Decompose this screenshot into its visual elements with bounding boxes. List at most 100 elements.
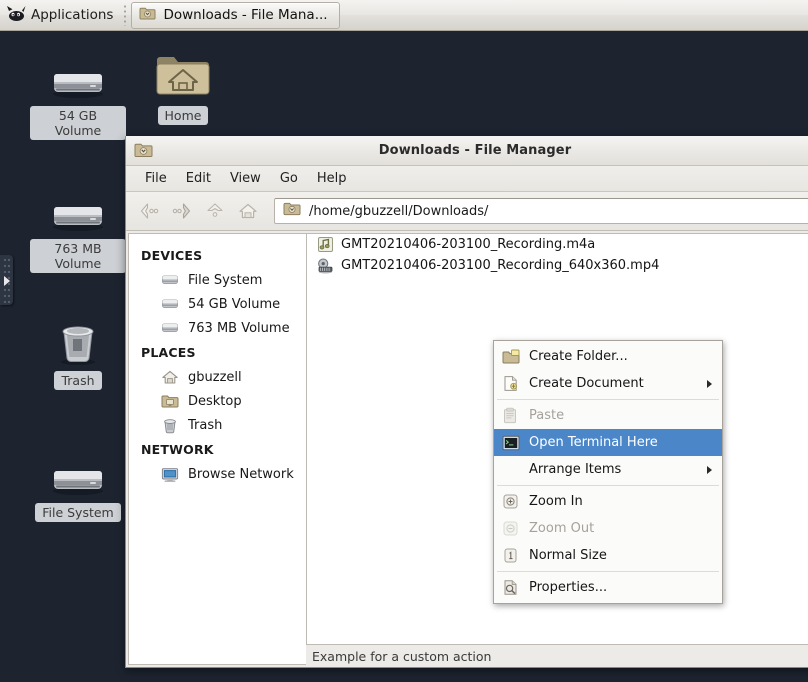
- menu-go[interactable]: Go: [271, 169, 307, 188]
- context-menu-item-label: Properties...: [529, 580, 608, 595]
- folder-icon: [283, 201, 301, 221]
- back-button[interactable]: [134, 196, 164, 226]
- sidebar-item-trash[interactable]: Trash: [129, 413, 306, 437]
- sidebar-item-label: Browse Network: [188, 466, 294, 482]
- desktop-icon-label: 763 MB Volume: [30, 239, 126, 273]
- window-titlebar[interactable]: Downloads - File Manager: [126, 136, 808, 166]
- user-home-folder-icon: [154, 55, 212, 101]
- xfce-mouse-icon: [6, 5, 26, 26]
- desktop-icon-763-mb-volume[interactable]: 763 MB Volume: [30, 188, 126, 273]
- sidebar-heading-devices: DEVICES: [141, 248, 203, 263]
- path-text: /home/gbuzzell/Downloads/: [309, 203, 489, 219]
- context-menu-item-open-terminal-here[interactable]: Open Terminal Here: [494, 429, 722, 456]
- file-list-item[interactable]: GMT20210406-203100_Recording.m4a: [307, 234, 808, 255]
- context-menu-item-paste: Paste: [494, 402, 722, 429]
- desktop-folder-icon: [161, 392, 179, 410]
- drive-harddisk-icon: [49, 55, 107, 101]
- taskbar-window-button[interactable]: Downloads - File Mana...: [131, 1, 340, 29]
- context-menu-item-label: Paste: [529, 408, 565, 423]
- home-button[interactable]: [233, 196, 263, 226]
- sidebar-item-desktop[interactable]: Desktop: [129, 389, 306, 413]
- desktop-icon-file-system[interactable]: File System: [30, 452, 126, 522]
- context-menu-item-arrange-items[interactable]: Arrange Items: [494, 456, 722, 483]
- context-menu-item-label: Arrange Items: [529, 462, 622, 477]
- status-bar: Example for a custom action: [312, 648, 492, 664]
- context-menu-item-properties[interactable]: Properties...: [494, 574, 722, 601]
- desktop-icon-label: Home: [157, 106, 209, 125]
- drive-harddisk-icon: [161, 271, 179, 289]
- context-menu-item-label: Open Terminal Here: [529, 435, 658, 450]
- sidebar-item-gbuzzell[interactable]: gbuzzell: [129, 365, 306, 389]
- trash-icon: [55, 320, 101, 366]
- submenu-arrow-icon: [707, 465, 712, 474]
- file-name: GMT20210406-203100_Recording_640x360.mp4: [341, 258, 660, 273]
- applications-menu-button[interactable]: Applications: [2, 3, 121, 28]
- panel-expand-handle[interactable]: [0, 255, 13, 305]
- new-folder-icon: [501, 347, 520, 366]
- context-menu-item-normal-size[interactable]: Normal Size: [494, 542, 722, 569]
- sidebar-item-label: File System: [188, 272, 263, 288]
- zoom-original-icon: [501, 546, 520, 565]
- trash-icon: [161, 416, 179, 434]
- desktop-icon-home[interactable]: Home: [135, 55, 231, 125]
- context-menu-item-label: Create Folder...: [529, 349, 628, 364]
- network-computer-icon: [161, 465, 179, 483]
- sidebar-item-label: Desktop: [188, 393, 242, 409]
- sidebar-heading-places: PLACES: [141, 345, 196, 360]
- none: [501, 460, 520, 479]
- context-menu-item-label: Normal Size: [529, 548, 607, 563]
- home-icon: [161, 368, 179, 386]
- path-entry[interactable]: /home/gbuzzell/Downloads/: [274, 198, 808, 224]
- sidebar-item-label: gbuzzell: [188, 369, 242, 385]
- drive-harddisk-icon: [161, 319, 179, 337]
- context-menu-item-zoom-out: Zoom Out: [494, 515, 722, 542]
- menu-bar: File Edit View Go Help: [126, 166, 808, 192]
- desktop-icon-label: Trash: [54, 371, 102, 390]
- context-menu-separator: [497, 485, 719, 486]
- menu-file[interactable]: File: [136, 169, 176, 188]
- applications-label: Applications: [31, 7, 114, 23]
- menu-help[interactable]: Help: [308, 169, 356, 188]
- sidebar-item-file-system[interactable]: File System: [129, 268, 306, 292]
- context-menu-item-label: Zoom Out: [529, 521, 595, 536]
- desktop-icon-label: 54 GB Volume: [30, 106, 126, 140]
- menu-edit[interactable]: Edit: [177, 169, 220, 188]
- drive-harddisk-icon: [49, 188, 107, 234]
- window-title: Downloads - File Manager: [378, 143, 572, 158]
- context-menu-item-label: Create Document: [529, 376, 644, 391]
- sidebar-item-label: 54 GB Volume: [188, 296, 281, 312]
- chevron-right-icon: [4, 276, 10, 286]
- context-menu: Create Folder... Create Document Paste Open…: [493, 340, 723, 604]
- zoom-in-icon: [501, 492, 520, 511]
- zoom-out-icon: [501, 519, 520, 538]
- context-menu-item-label: Zoom In: [529, 494, 583, 509]
- file-name: GMT20210406-203100_Recording.m4a: [341, 237, 596, 252]
- properties-icon: [501, 578, 520, 597]
- context-menu-item-create-folder[interactable]: Create Folder...: [494, 343, 722, 370]
- sidebar-heading-network: NETWORK: [141, 442, 214, 457]
- folder-icon: [139, 6, 156, 25]
- panel-handle-dots: [3, 257, 10, 303]
- panel-separator: [123, 4, 128, 26]
- terminal-icon: [501, 433, 520, 452]
- sidebar-item-label: 763 MB Volume: [188, 320, 290, 336]
- context-menu-separator: [497, 571, 719, 572]
- drive-harddisk-icon: [161, 295, 179, 313]
- menu-view[interactable]: View: [221, 169, 270, 188]
- up-button[interactable]: [200, 196, 230, 226]
- desktop-icon-label: File System: [35, 503, 121, 522]
- sidebar-item-54-gb-volume[interactable]: 54 GB Volume: [129, 292, 306, 316]
- desktop-icon-54-gb-volume[interactable]: 54 GB Volume: [30, 55, 126, 140]
- toolbar: /home/gbuzzell/Downloads/: [126, 192, 808, 231]
- new-document-icon: [501, 374, 520, 393]
- submenu-arrow-icon: [707, 379, 712, 388]
- context-menu-item-zoom-in[interactable]: Zoom In: [494, 488, 722, 515]
- paste-icon: [501, 406, 520, 425]
- forward-button[interactable]: [167, 196, 197, 226]
- sidebar-item-browse-network[interactable]: Browse Network: [129, 462, 306, 486]
- context-menu-item-create-document[interactable]: Create Document: [494, 370, 722, 397]
- sidebar-item-763-mb-volume[interactable]: 763 MB Volume: [129, 316, 306, 340]
- file-list-item[interactable]: GMT20210406-203100_Recording_640x360.mp4: [307, 255, 808, 276]
- shortcuts-sidebar: DEVICES File System 54 GB Volume 763 MB Vol…: [128, 233, 306, 665]
- desktop-icon-trash[interactable]: Trash: [30, 320, 126, 390]
